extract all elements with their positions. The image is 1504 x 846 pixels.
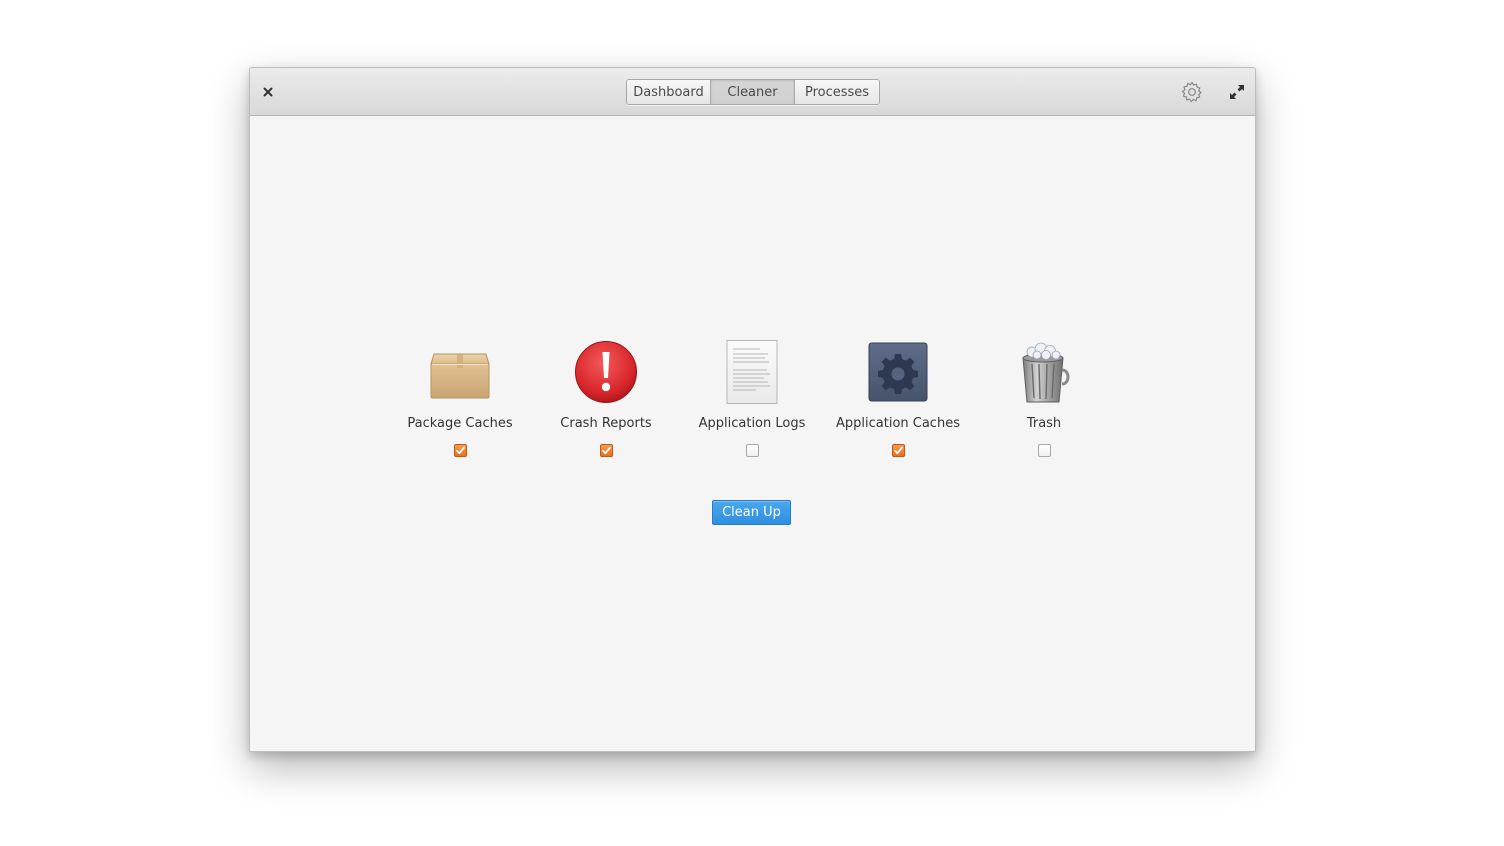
application-caches-checkbox[interactable] bbox=[891, 444, 905, 457]
fullscreen-icon bbox=[1230, 85, 1244, 99]
checkmark-icon bbox=[601, 446, 611, 455]
item-label: Crash Reports bbox=[560, 416, 652, 431]
view-mode-switcher: Dashboard Cleaner Processes bbox=[626, 79, 880, 105]
item-label: Trash bbox=[1026, 416, 1062, 431]
crash-warning-icon bbox=[574, 340, 638, 404]
close-button[interactable] bbox=[258, 82, 278, 102]
checkmark-icon bbox=[893, 446, 903, 455]
header-bar: Dashboard Cleaner Processes bbox=[250, 68, 1255, 116]
cleaner-item-trash: Trash bbox=[974, 340, 1114, 457]
tab-processes[interactable]: Processes bbox=[795, 80, 879, 104]
cleaner-item-application-caches: Application Caches bbox=[828, 340, 968, 457]
package-box-icon bbox=[428, 340, 492, 404]
trash-can-icon bbox=[1012, 340, 1076, 404]
item-label: Application Caches bbox=[836, 416, 960, 431]
cleaner-view: Package Caches Crash Reports Application… bbox=[250, 116, 1255, 751]
app-cache-gear-icon bbox=[866, 340, 930, 404]
cleaner-item-package-caches: Package Caches bbox=[390, 340, 530, 457]
package-caches-checkbox[interactable] bbox=[453, 444, 467, 457]
clean-up-button[interactable]: Clean Up bbox=[712, 500, 791, 525]
item-label: Package Caches bbox=[407, 416, 513, 431]
close-icon bbox=[263, 87, 273, 97]
text-document-icon bbox=[720, 340, 784, 404]
fullscreen-button[interactable] bbox=[1228, 83, 1246, 101]
item-label: Application Logs bbox=[698, 416, 806, 431]
trash-checkbox[interactable] bbox=[1037, 444, 1051, 457]
cleaner-item-application-logs: Application Logs bbox=[682, 340, 822, 457]
tab-cleaner[interactable]: Cleaner bbox=[711, 80, 795, 104]
gear-icon bbox=[1181, 81, 1202, 103]
settings-button[interactable] bbox=[1180, 80, 1204, 104]
checkmark-icon bbox=[455, 446, 465, 455]
application-logs-checkbox[interactable] bbox=[745, 444, 759, 457]
tab-dashboard[interactable]: Dashboard bbox=[627, 80, 711, 104]
crash-reports-checkbox[interactable] bbox=[599, 444, 613, 457]
app-window: Dashboard Cleaner Processes Package Cach… bbox=[249, 67, 1256, 752]
cleaner-item-crash-reports: Crash Reports bbox=[536, 340, 676, 457]
